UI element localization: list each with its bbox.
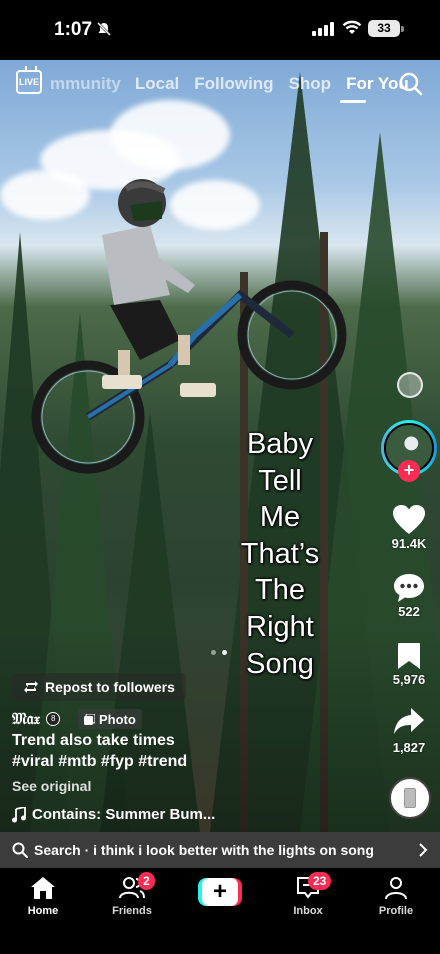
photo-icon xyxy=(84,713,95,725)
comment-button[interactable] xyxy=(388,572,430,608)
repost-label: Repost to followers xyxy=(45,679,175,695)
photo-badge: Photo xyxy=(78,709,142,729)
nav-home-label: Home xyxy=(27,905,59,917)
comment-count: 522 xyxy=(398,604,420,619)
tab-local[interactable]: Local xyxy=(135,74,179,94)
effect-face-icon[interactable] xyxy=(397,372,423,398)
nav-home[interactable]: Home xyxy=(8,876,78,917)
nav-inbox-label: Inbox xyxy=(293,905,323,917)
create-button[interactable]: + xyxy=(198,878,242,906)
author-badge: 8 xyxy=(46,712,61,726)
post-caption: Trend also take times xyxy=(12,732,175,749)
feed-tabs: mmunity Local Following Shop For You xyxy=(50,74,424,94)
profile-icon xyxy=(385,877,407,900)
overlay-line: Me xyxy=(259,501,301,534)
overlay-line: That’s xyxy=(240,537,320,570)
top-nav: LIVE mmunity Local Following Shop For Yo… xyxy=(0,66,440,103)
sound-cover-icon xyxy=(404,788,416,808)
author-row[interactable]: 𝔐𝔞𝔵 8 xyxy=(12,709,61,729)
active-tab-indicator xyxy=(340,100,366,103)
nav-friends-label: Friends xyxy=(112,905,152,917)
like-button[interactable] xyxy=(388,504,430,540)
search-icon[interactable] xyxy=(399,72,423,96)
search-suggestion-text: Search · i think i look better with the … xyxy=(34,842,374,858)
follow-plus-button[interactable]: + xyxy=(398,460,420,482)
tab-following[interactable]: Following xyxy=(194,74,273,94)
status-time: 1:07 xyxy=(54,19,93,40)
plus-icon: + xyxy=(202,878,238,906)
save-count: 5,976 xyxy=(392,672,426,687)
nav-profile[interactable]: Profile xyxy=(361,876,431,917)
share-button[interactable] xyxy=(388,706,430,742)
sound-row[interactable]: Contains: Summer Bum... xyxy=(12,806,215,823)
bookmark-icon xyxy=(398,643,420,669)
overlay-line: The xyxy=(255,574,305,607)
search-suggestion-bar[interactable]: Search · i think i look better with the … xyxy=(0,832,440,868)
nav-friends[interactable]: Friends xyxy=(97,876,167,917)
see-original-link[interactable]: See original xyxy=(12,778,91,794)
wifi-icon xyxy=(342,20,362,34)
battery-indicator: 33 xyxy=(368,20,400,37)
bottom-nav: Home Friends 2 + Inbox 23 Profile xyxy=(0,868,440,954)
overlay-line: Song xyxy=(246,647,314,680)
like-count: 91.4K xyxy=(391,536,427,551)
share-count: 1,827 xyxy=(392,740,426,755)
home-icon xyxy=(31,877,55,899)
status-bar: 1:07 33 xyxy=(0,0,440,60)
chevron-right-icon xyxy=(419,843,428,857)
search-icon xyxy=(12,842,28,858)
live-icon[interactable]: LIVE xyxy=(16,70,42,94)
overlay-line: Right xyxy=(246,610,314,643)
nav-profile-label: Profile xyxy=(378,905,414,917)
tab-shop[interactable]: Shop xyxy=(289,74,332,94)
battery-tip xyxy=(401,26,404,32)
sound-label: Contains: Summer Bum... xyxy=(32,806,216,823)
share-arrow-icon xyxy=(394,708,424,734)
friends-badge: 2 xyxy=(138,872,155,890)
music-note-icon xyxy=(12,806,26,822)
post-hashtags[interactable]: #viral #mtb #fyp #trend xyxy=(12,753,187,771)
inbox-badge: 23 xyxy=(308,872,332,890)
overlay-line: Tell xyxy=(258,464,302,497)
overlay-lyrics: Baby Tell Me That’s The Right Song xyxy=(220,426,340,682)
muted-bell-icon xyxy=(97,22,111,36)
cell-signal-icon xyxy=(312,22,334,36)
carousel-dots xyxy=(211,642,233,660)
author-name[interactable]: 𝔐𝔞𝔵 xyxy=(12,709,40,729)
overlay-line: Baby xyxy=(246,428,314,460)
heart-icon xyxy=(393,505,425,534)
photo-badge-label: Photo xyxy=(99,711,136,727)
repost-icon xyxy=(24,681,38,693)
sound-disc[interactable] xyxy=(389,777,431,819)
comment-icon xyxy=(394,574,424,602)
repost-button[interactable]: Repost to followers xyxy=(12,673,186,701)
tab-community[interactable]: mmunity xyxy=(50,74,121,94)
